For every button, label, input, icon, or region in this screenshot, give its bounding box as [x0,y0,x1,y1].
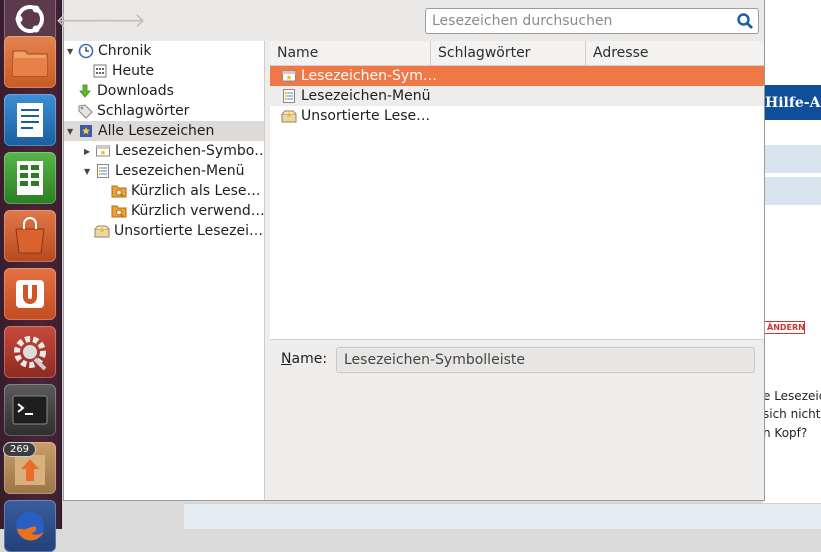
tree-item-label: Lesezeichen-Symbo… [115,143,269,159]
column-header-name[interactable]: Name [270,41,431,66]
tag-icon [78,104,93,119]
bookmark-list-row[interactable]: Lesezeichen-Menü [270,86,764,106]
tree-item-downloads[interactable]: Downloads [77,81,174,101]
library-toolbar: 🡐 🡒 [55,0,764,41]
list-column-headers: Name Schlagwörter Adresse [270,41,764,66]
calc-launcher-button[interactable] [4,152,56,204]
unsorted-bookmarks-icon [94,225,110,238]
expanded-triangle-icon[interactable]: ▼ [67,127,77,136]
bookmark-list-view: Name Schlagwörter Adresse Lesezeichen-Sy… [270,41,764,340]
column-header-address[interactable]: Adresse [586,41,764,66]
smart-folder-icon [111,185,127,198]
page-text-line: n Kopf? [763,426,808,440]
library-content-pane: Name Schlagwörter Adresse Lesezeichen-Sy… [270,41,764,500]
bookmark-row-name: Lesezeichen-Sym… [301,68,437,84]
terminal-icon [12,395,48,425]
update-count-badge: 269 [3,442,36,457]
column-header-tags[interactable]: Schlagwörter [431,41,586,66]
tree-item-schlagwoerter[interactable]: Schlagwörter [77,101,189,121]
bookmark-details-pane: Name: Lesezeichen-Symbolleiste [270,340,764,500]
page-grey-band [763,145,821,173]
bookmark-search-box [425,8,759,34]
spreadsheet-icon [17,161,43,195]
system-settings-launcher-button[interactable] [4,326,56,378]
unsorted-bookmarks-icon [281,110,297,123]
page-header-banner: Hilfe-A [763,85,821,120]
bookmark-row-name: Lesezeichen-Menü [301,88,431,104]
tree-item-label: Kürzlich als Lese… [131,183,261,199]
tree-item-kuerzlich-als-lesezeichen[interactable]: Kürzlich als Lese… [111,181,261,201]
page-change-button[interactable]: ÄNDERN [763,321,805,334]
page-text-line: sich nicht g [763,407,821,421]
tree-item-label: Lesezeichen-Menü [115,163,245,179]
tree-item-lesezeichen-menue[interactable]: ▼ Lesezeichen-Menü [84,161,244,181]
tree-item-label: Unsortierte Lesezei… [114,223,263,239]
back-arrow-icon[interactable]: 🡐 [55,8,109,32]
bookmark-row-name: Unsortierte Lese… [301,108,431,124]
library-window: 🡐 🡒 ▼ Chronik Heute Downloads Schlagwört… [55,0,765,501]
library-sidebar-tree: ▼ Chronik Heute Downloads Schlagwörter ▼… [64,41,268,500]
clock-icon [78,43,94,59]
shopping-bag-icon [15,217,45,254]
name-label-mnemonic: N [281,351,292,367]
bookmarks-menu-icon [97,164,109,178]
bookmark-list-row[interactable]: Unsortierte Lese… [270,106,764,126]
tree-item-label: Chronik [98,43,152,59]
bookmarks-star-icon [80,125,92,137]
tree-item-label: Schlagwörter [97,103,190,119]
collapsed-triangle-icon[interactable]: ▶ [84,147,94,156]
background-web-page: Hilfe-A ÄNDERN e Lesezeic sich nicht g n… [763,0,821,529]
page-text-line: e Lesezeic [763,389,821,403]
expanded-triangle-icon[interactable]: ▼ [84,167,94,176]
ubuntu-logo-icon [15,5,44,33]
forward-arrow-icon[interactable]: 🡒 [92,8,146,32]
ubuntu-one-icon [16,280,44,308]
terminal-launcher-button[interactable] [4,384,56,436]
page-footer-strip [184,503,821,529]
tree-item-label: Kürzlich verwend… [131,203,265,219]
bookmarks-menu-icon [283,89,295,103]
tree-item-heute[interactable]: Heute [92,61,154,81]
tree-item-label: Alle Lesezeichen [98,123,215,139]
page-grey-band [763,177,821,205]
document-icon [17,103,43,137]
tree-item-chronik[interactable]: ▼ Chronik [67,41,152,61]
tree-item-unsortierte-lesezeichen[interactable]: Unsortierte Lesezei… [94,221,263,241]
folder-icon [12,50,48,77]
name-label-rest: ame: [291,351,328,367]
bookmarks-toolbar-icon [282,70,296,82]
files-launcher-button[interactable] [4,36,56,88]
tree-item-label: Heute [112,63,155,79]
writer-launcher-button[interactable] [4,94,56,146]
bookmarks-toolbar-icon [96,145,110,157]
firefox-launcher-button[interactable] [4,500,56,552]
settings-gear-icon [14,336,47,371]
tree-item-kuerzlich-verwendet[interactable]: Kürzlich verwend… [111,201,265,221]
tree-item-label: Downloads [97,83,174,99]
smart-folder-icon [111,205,127,218]
bookmark-list-row[interactable]: Lesezeichen-Sym… [270,66,764,86]
tree-item-alle-lesezeichen[interactable]: ▼ Alle Lesezeichen [64,121,264,141]
search-icon[interactable] [736,12,754,30]
unity-launcher: 269 [0,0,62,552]
tree-item-lesezeichen-symbolleiste[interactable]: ▶ Lesezeichen-Symbo… [84,141,268,161]
firefox-icon [16,512,44,541]
calendar-icon [93,64,107,78]
name-field[interactable]: Lesezeichen-Symbolleiste [336,347,755,373]
name-field-label: Name: [281,351,327,367]
software-center-launcher-button[interactable] [4,210,56,262]
download-arrow-icon [79,84,91,98]
expanded-triangle-icon[interactable]: ▼ [67,47,77,56]
ubuntu-one-launcher-button[interactable] [4,268,56,320]
bookmark-search-input[interactable] [426,9,726,33]
